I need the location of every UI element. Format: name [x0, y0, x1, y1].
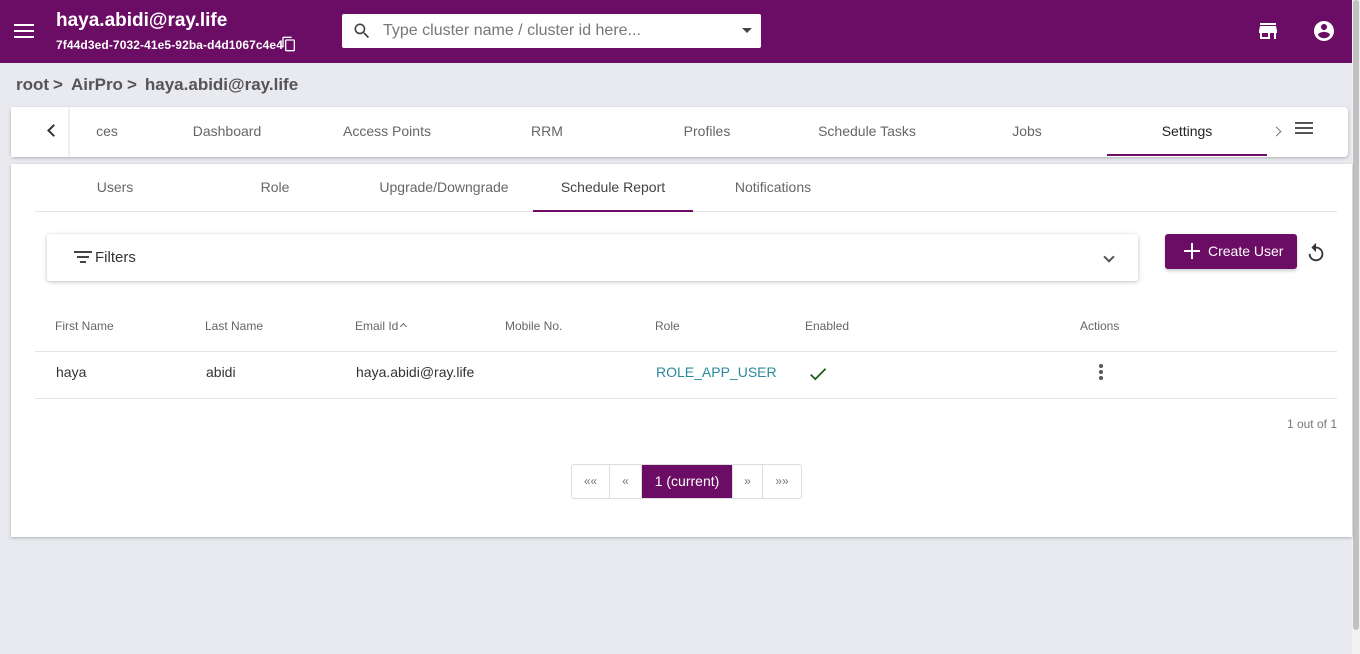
menu-icon[interactable] — [12, 19, 36, 43]
column-last-name[interactable]: Last Name — [205, 319, 263, 333]
create-user-label: Create User — [1208, 243, 1284, 259]
tab-jobs[interactable]: Jobs — [963, 107, 1091, 155]
chevron-right-icon[interactable] — [1266, 107, 1292, 157]
table-row: haya abidi haya.abidi@ray.life ROLE_APP_… — [35, 352, 1337, 399]
account-id: 7f44d3ed-7032-41e5-92ba-d4d1067c4e4 — [56, 38, 283, 52]
next-page-button[interactable]: » — [733, 465, 763, 498]
main-tab-bar: ces Dashboard Access Points RRM Profiles… — [11, 107, 1348, 157]
breadcrumb-root[interactable]: root — [16, 75, 49, 94]
subtab-upgrade-downgrade[interactable]: Upgrade/Downgrade — [364, 164, 524, 212]
settings-sub-tabs: Users Role Upgrade/Downgrade Schedule Re… — [35, 164, 1337, 212]
account-email: haya.abidi@ray.life — [56, 10, 228, 31]
filter-icon — [74, 251, 92, 265]
column-email-id-label: Email Id — [355, 319, 399, 333]
column-actions: Actions — [1080, 319, 1120, 333]
tab-rrm[interactable]: RRM — [483, 107, 611, 155]
chevron-down-icon[interactable] — [1103, 251, 1115, 263]
breadcrumb-current: haya.abidi@ray.life — [144, 75, 299, 94]
search-icon — [354, 23, 370, 39]
column-mobile-no[interactable]: Mobile No. — [505, 319, 562, 333]
filters-label: Filters — [95, 249, 136, 266]
more-vert-icon[interactable] — [1095, 362, 1107, 382]
sort-ascending-icon — [400, 322, 408, 331]
breadcrumb-separator: > — [53, 75, 63, 94]
cell-last-name: abidi — [206, 364, 236, 380]
refresh-icon[interactable] — [1305, 242, 1327, 264]
last-page-button[interactable]: »» — [763, 465, 801, 498]
create-user-button[interactable]: Create User — [1165, 234, 1297, 269]
scrollbar-thumb[interactable] — [1353, 0, 1359, 630]
cell-role-link[interactable]: ROLE_APP_USER — [656, 364, 777, 380]
tab-scroll-divider — [68, 107, 70, 157]
cell-first-name: haya — [56, 364, 87, 380]
record-count: 1 out of 1 — [1286, 417, 1337, 431]
tab-settings[interactable]: Settings — [1107, 107, 1267, 156]
column-first-name[interactable]: First Name — [55, 319, 114, 333]
tab-schedule-tasks[interactable]: Schedule Tasks — [803, 107, 931, 155]
current-page-button[interactable]: 1 (current) — [642, 465, 733, 498]
column-role[interactable]: Role — [655, 319, 680, 333]
subtab-users[interactable]: Users — [35, 164, 195, 212]
users-table-header: First Name Last Name Email Id Mobile No.… — [35, 304, 1337, 352]
settings-content-card: Users Role Upgrade/Downgrade Schedule Re… — [11, 164, 1352, 537]
plus-icon — [1184, 243, 1200, 259]
pagination: «« « 1 (current) » »» — [571, 464, 802, 499]
tab-profiles[interactable]: Profiles — [643, 107, 771, 155]
copy-icon[interactable] — [281, 36, 297, 52]
breadcrumb: root > AirPro > haya.abidi@ray.life — [16, 75, 302, 95]
chevron-down-icon[interactable] — [742, 28, 752, 33]
subtab-role[interactable]: Role — [195, 164, 355, 212]
list-menu-icon[interactable] — [1295, 120, 1315, 136]
chevron-left-icon[interactable] — [11, 107, 68, 157]
column-enabled[interactable]: Enabled — [805, 319, 849, 333]
top-app-bar: haya.abidi@ray.life 7f44d3ed-7032-41e5-9… — [0, 0, 1352, 63]
subtab-notifications[interactable]: Notifications — [693, 164, 853, 212]
store-icon[interactable] — [1256, 19, 1280, 43]
page-scrollbar[interactable] — [1352, 0, 1360, 654]
account-circle-icon[interactable] — [1312, 19, 1336, 43]
column-email-id[interactable]: Email Id — [355, 319, 408, 333]
filters-panel[interactable]: Filters — [47, 234, 1138, 281]
prev-page-button[interactable]: « — [610, 465, 642, 498]
subtab-schedule-report[interactable]: Schedule Report — [533, 164, 693, 212]
breadcrumb-separator: > — [126, 75, 137, 94]
breadcrumb-airpro[interactable]: AirPro — [71, 75, 123, 94]
cell-email: haya.abidi@ray.life — [356, 364, 475, 380]
cluster-search-input[interactable] — [383, 14, 723, 48]
cluster-search-box — [342, 14, 761, 48]
check-icon — [810, 368, 827, 381]
tab-access-points[interactable]: Access Points — [323, 107, 451, 155]
tab-dashboard[interactable]: Dashboard — [163, 107, 291, 155]
first-page-button[interactable]: «« — [572, 465, 610, 498]
